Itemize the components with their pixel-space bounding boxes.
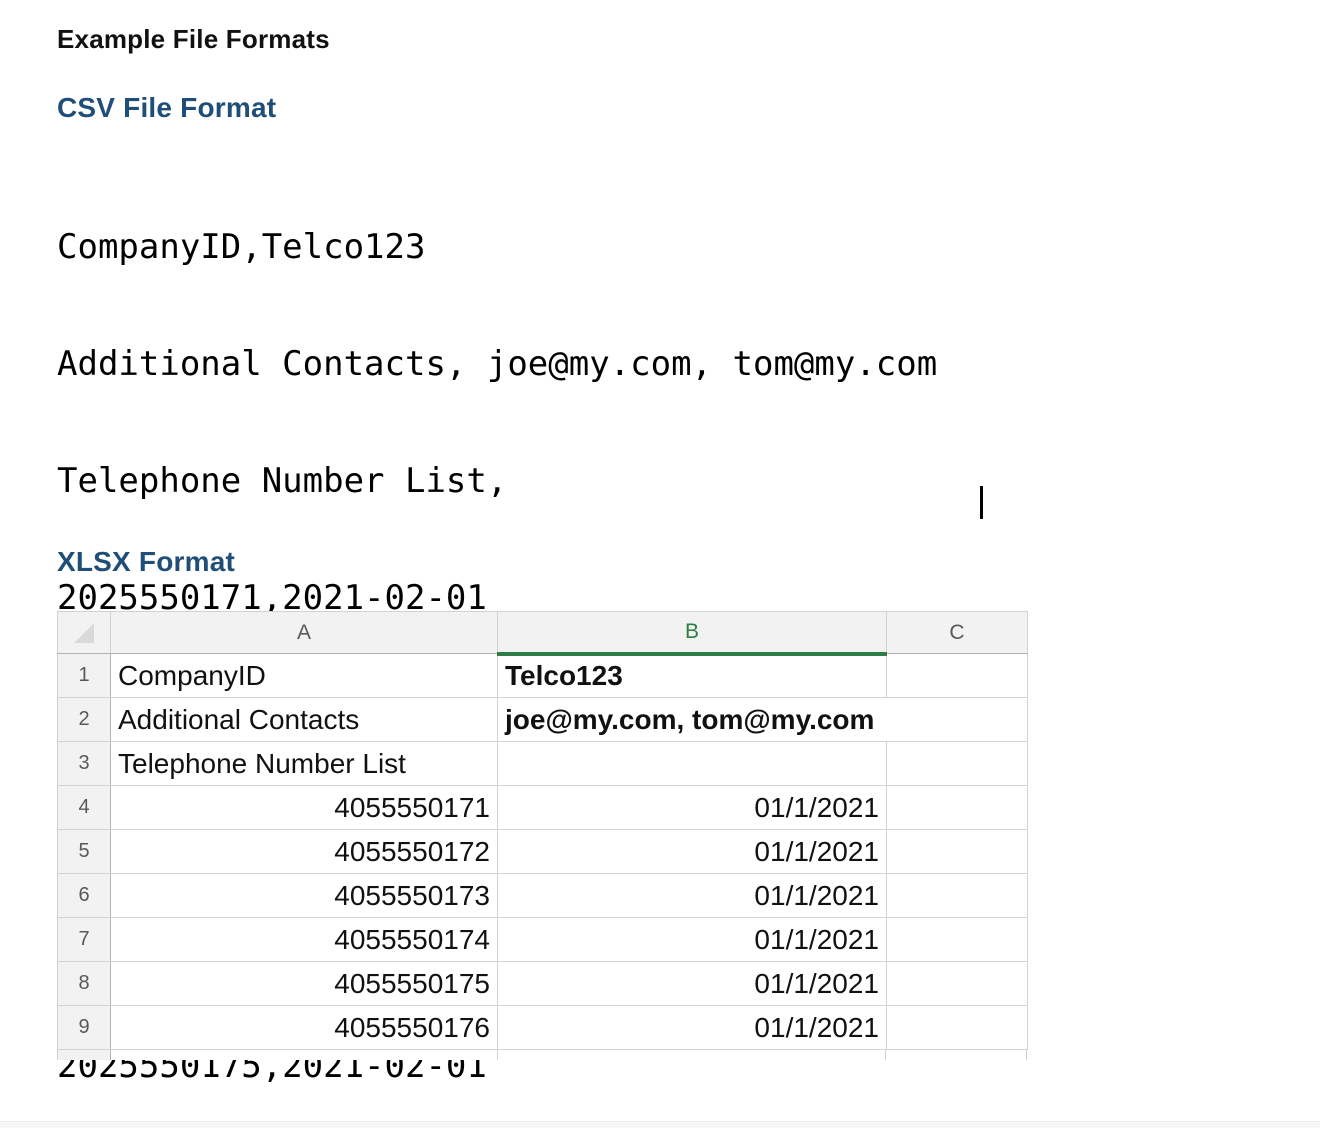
row-header-10-cut xyxy=(58,1050,111,1060)
cell-a6[interactable]: 4055550173 xyxy=(111,874,498,918)
csv-section-heading: CSV File Format xyxy=(57,92,276,124)
cell-a10-cut xyxy=(111,1050,498,1060)
select-all-corner[interactable] xyxy=(58,612,111,654)
cell-c7[interactable] xyxy=(887,918,1028,962)
cell-b5[interactable]: 01/1/2021 xyxy=(498,830,887,874)
row-header-7[interactable]: 7 xyxy=(58,918,111,962)
column-header-a[interactable]: A xyxy=(111,612,498,654)
cell-c6[interactable] xyxy=(887,874,1028,918)
cell-b3[interactable] xyxy=(498,742,887,786)
cell-b7[interactable]: 01/1/2021 xyxy=(498,918,887,962)
cell-c1[interactable] xyxy=(887,654,1028,698)
sheet-row: 4 4055550171 01/1/2021 xyxy=(58,786,1028,830)
csv-line: Additional Contacts, joe@my.com, tom@my.… xyxy=(57,345,937,384)
cell-b1[interactable]: Telco123 xyxy=(498,654,887,698)
cell-a2[interactable]: Additional Contacts xyxy=(111,698,498,742)
cell-b9[interactable]: 01/1/2021 xyxy=(498,1006,887,1050)
cell-a5[interactable]: 4055550172 xyxy=(111,830,498,874)
sheet-row: 5 4055550172 01/1/2021 xyxy=(58,830,1028,874)
csv-line: CompanyID,Telco123 xyxy=(57,228,937,267)
cell-a4[interactable]: 4055550171 xyxy=(111,786,498,830)
partial-row-10 xyxy=(57,1050,1027,1060)
cell-c2[interactable] xyxy=(887,698,1028,742)
column-header-row: A B C xyxy=(58,612,1028,654)
cell-c9[interactable] xyxy=(887,1006,1028,1050)
sheet-row: 1 CompanyID Telco123 xyxy=(58,654,1028,698)
cell-a9[interactable]: 4055550176 xyxy=(111,1006,498,1050)
row-header-9[interactable]: 9 xyxy=(58,1006,111,1050)
cell-a3[interactable]: Telephone Number List xyxy=(111,742,498,786)
cell-b2[interactable]: joe@my.com, tom@my.com xyxy=(498,698,887,742)
column-header-b[interactable]: B xyxy=(498,612,887,654)
cell-c10-cut xyxy=(886,1050,1027,1060)
cell-c3[interactable] xyxy=(887,742,1028,786)
column-header-c[interactable]: C xyxy=(887,612,1028,654)
row-header-5[interactable]: 5 xyxy=(58,830,111,874)
cell-a7[interactable]: 4055550174 xyxy=(111,918,498,962)
xlsx-section-heading: XLSX Format xyxy=(57,546,235,578)
page-title: Example File Formats xyxy=(57,24,330,55)
sheet-row: 2 Additional Contacts joe@my.com, tom@my… xyxy=(58,698,1028,742)
csv-line: Telephone Number List, xyxy=(57,462,937,501)
sheet-row: 9 4055550176 01/1/2021 xyxy=(58,1006,1028,1050)
spreadsheet-grid: A B C 1 CompanyID Telco123 2 Additional … xyxy=(57,611,1028,1050)
sheet-row: 8 4055550175 01/1/2021 xyxy=(58,962,1028,1006)
cell-b6[interactable]: 01/1/2021 xyxy=(498,874,887,918)
row-header-8[interactable]: 8 xyxy=(58,962,111,1006)
select-all-triangle-icon xyxy=(74,623,94,643)
row-header-4[interactable]: 4 xyxy=(58,786,111,830)
document-page: Example File Formats CSV File Format Com… xyxy=(0,0,1320,1128)
sheet-row: 6 4055550173 01/1/2021 xyxy=(58,874,1028,918)
sheet-row: 7 4055550174 01/1/2021 xyxy=(58,918,1028,962)
cell-b8[interactable]: 01/1/2021 xyxy=(498,962,887,1006)
text-cursor xyxy=(980,486,983,519)
cell-a8[interactable]: 4055550175 xyxy=(111,962,498,1006)
xlsx-spreadsheet: A B C 1 CompanyID Telco123 2 Additional … xyxy=(57,611,1027,1060)
sheet-row: 3 Telephone Number List xyxy=(58,742,1028,786)
cell-c8[interactable] xyxy=(887,962,1028,1006)
cell-b4[interactable]: 01/1/2021 xyxy=(498,786,887,830)
row-header-6[interactable]: 6 xyxy=(58,874,111,918)
row-header-2[interactable]: 2 xyxy=(58,698,111,742)
cell-c5[interactable] xyxy=(887,830,1028,874)
cell-b10-cut xyxy=(498,1050,887,1060)
bottom-edge-band xyxy=(0,1121,1320,1128)
row-header-1[interactable]: 1 xyxy=(58,654,111,698)
cell-c4[interactable] xyxy=(887,786,1028,830)
cell-a1[interactable]: CompanyID xyxy=(111,654,498,698)
row-header-3[interactable]: 3 xyxy=(58,742,111,786)
